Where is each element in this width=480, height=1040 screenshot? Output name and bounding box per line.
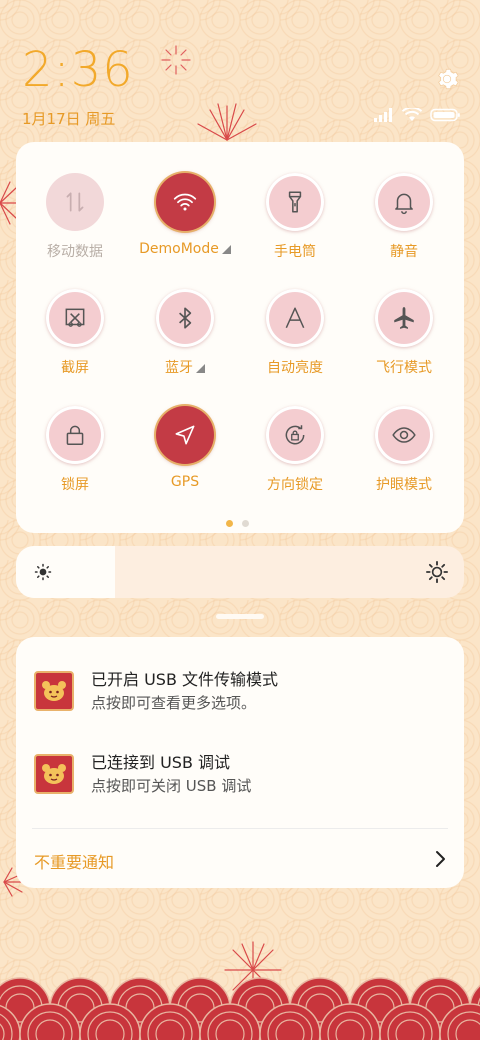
tile-bubble[interactable] (266, 289, 324, 347)
tile-bubble[interactable] (375, 406, 433, 464)
rotation-lock-icon (285, 425, 305, 445)
tile-bubble[interactable] (46, 173, 104, 231)
location-arrow-icon (175, 425, 195, 445)
status-bar-icons (374, 108, 460, 122)
notification-title: 已连接到 USB 调试 (91, 753, 231, 772)
expand-triangle-icon[interactable] (196, 364, 205, 373)
tile-airplane-mode[interactable]: 飞行模式 (349, 289, 459, 377)
brightness-slider[interactable] (16, 546, 464, 598)
tile-bubble[interactable] (375, 173, 433, 231)
wave-decoration (0, 977, 480, 1040)
tile-bubble[interactable] (375, 289, 433, 347)
tile-demomode[interactable]: DemoMode (130, 173, 240, 257)
tile-bubble[interactable] (156, 173, 214, 231)
battery-icon (430, 108, 460, 122)
chevron-right-icon[interactable] (434, 850, 448, 868)
app-icon (34, 671, 74, 711)
tile-gps[interactable]: GPS (130, 406, 240, 490)
app-icon (34, 754, 74, 794)
tile-label: 手电筒 (274, 244, 316, 260)
tile-lock-screen[interactable]: 锁屏 (20, 406, 130, 494)
airplane-icon (394, 307, 414, 329)
page-indicator (226, 520, 249, 527)
mobile-data-icon (66, 192, 84, 212)
drag-handle[interactable] (216, 614, 264, 619)
screenshot-icon (65, 308, 85, 327)
tile-label: GPS (170, 474, 200, 490)
tile-silent[interactable]: 静音 (349, 173, 459, 261)
tile-label: 护眼模式 (376, 477, 432, 493)
tile-label: 方向锁定 (267, 477, 323, 493)
tile-screenshot[interactable]: 截屏 (20, 289, 130, 377)
divider (32, 828, 448, 829)
tile-bubble[interactable] (266, 406, 324, 464)
flashlight-icon (288, 191, 302, 213)
quick-settings-panel: 移动数据 DemoMode 手电筒 静音 截屏 蓝牙 自动亮度 飞行模式 锁屏 … (16, 142, 464, 533)
clock[interactable]: 2:36 (22, 46, 134, 94)
notification-panel: 已开启 USB 文件传输模式 点按即可查看更多选项。 已连接到 USB 调试 点… (16, 637, 464, 888)
page-dot-active (226, 520, 233, 527)
notification-text: 点按即可关闭 USB 调试 (91, 777, 252, 795)
tile-label: 自动亮度 (267, 360, 323, 376)
tile-label: 静音 (390, 244, 418, 260)
page-dot (242, 520, 249, 527)
tile-label: 蓝牙 (130, 357, 240, 377)
tile-bubble[interactable] (46, 289, 104, 347)
firework-decoration (197, 103, 257, 141)
wifi-status-icon (402, 108, 422, 121)
tile-label: 移动数据 (47, 244, 103, 260)
tile-bubble[interactable] (156, 406, 214, 464)
tile-label: DemoMode (130, 241, 240, 257)
tile-eye-care[interactable]: 护眼模式 (349, 406, 459, 494)
mouse-mascot-icon (42, 681, 66, 701)
brightness-fill (16, 546, 115, 598)
tile-auto-brightness[interactable]: 自动亮度 (240, 289, 350, 377)
tile-bubble[interactable] (46, 406, 104, 464)
notification-text: 点按即可查看更多选项。 (91, 694, 257, 712)
tile-bluetooth[interactable]: 蓝牙 (130, 289, 240, 377)
brightness-high-icon (426, 561, 448, 583)
tile-mobile-data[interactable]: 移动数据 (20, 173, 130, 261)
notification-title: 已开启 USB 文件传输模式 (91, 670, 279, 689)
date[interactable]: 1月17日 周五 (22, 108, 115, 129)
auto-brightness-icon (285, 307, 305, 329)
firework-decoration (161, 45, 191, 75)
unimportant-notifications-link[interactable]: 不重要通知 (34, 849, 114, 873)
expand-triangle-icon[interactable] (221, 245, 231, 254)
tile-bubble[interactable] (266, 173, 324, 231)
tile-bubble[interactable] (156, 289, 214, 347)
bluetooth-icon (179, 307, 192, 329)
eye-icon (392, 427, 416, 443)
tile-flashlight[interactable]: 手电筒 (240, 173, 350, 261)
signal-icon (374, 108, 392, 122)
lock-icon (66, 425, 84, 445)
bell-icon (395, 193, 413, 215)
wifi-icon (173, 193, 197, 211)
gear-icon[interactable] (434, 66, 460, 92)
mouse-mascot-icon (42, 764, 66, 784)
brightness-low-icon (34, 563, 52, 581)
tile-rotation-lock[interactable]: 方向锁定 (240, 406, 350, 494)
tile-label: 截屏 (61, 360, 89, 376)
tile-label: 飞行模式 (376, 360, 432, 376)
tile-label: 锁屏 (61, 477, 89, 493)
